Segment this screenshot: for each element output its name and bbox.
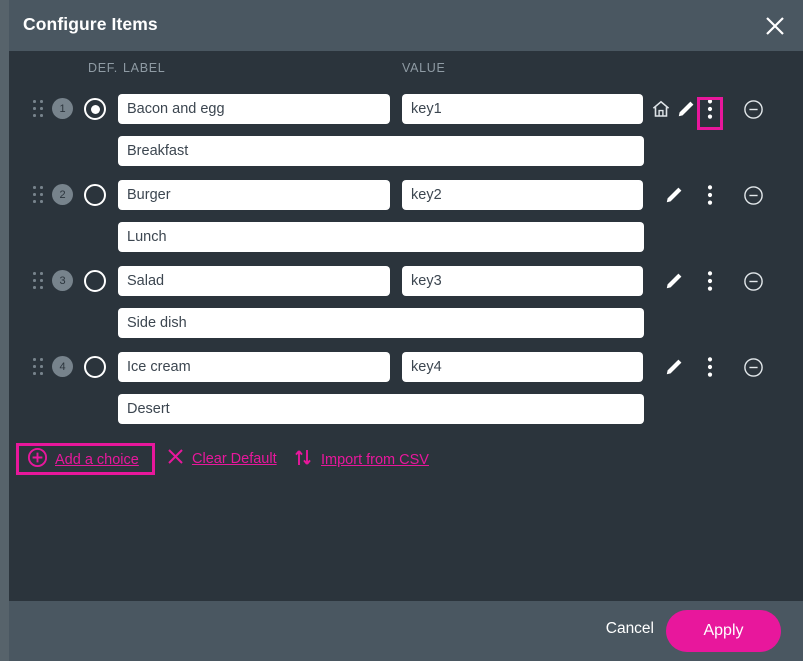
value-input[interactable] <box>402 352 643 382</box>
row-number-badge: 4 <box>52 356 73 377</box>
add-a-choice-button[interactable]: Add a choice <box>27 447 139 472</box>
background-app-strip <box>0 0 9 661</box>
home-icon[interactable] <box>650 98 672 120</box>
label-input[interactable] <box>118 266 390 296</box>
action-links: Add a choice Clear Default Import from C… <box>0 442 803 476</box>
value-input[interactable] <box>402 180 643 210</box>
row-number-badge: 1 <box>52 98 73 119</box>
column-header-label: LABEL <box>123 61 165 75</box>
close-x-icon <box>166 447 185 470</box>
minus-circle-icon[interactable] <box>742 184 764 206</box>
minus-circle-icon[interactable] <box>742 270 764 292</box>
dialog-titlebar: Configure Items <box>9 0 803 51</box>
more-vertical-icon[interactable] <box>700 355 720 379</box>
dialog-title: Configure Items <box>23 14 158 35</box>
row-number-badge: 3 <box>52 270 73 291</box>
pencil-icon[interactable] <box>675 98 697 120</box>
drag-handle-icon[interactable] <box>33 358 47 376</box>
pencil-icon[interactable] <box>663 356 685 378</box>
drag-handle-icon[interactable] <box>33 100 47 118</box>
pencil-icon[interactable] <box>663 184 685 206</box>
menu-highlight <box>697 97 723 130</box>
label-input[interactable] <box>118 352 390 382</box>
more-vertical-icon[interactable] <box>700 183 720 207</box>
clear-default-label: Clear Default <box>192 451 277 467</box>
default-radio[interactable] <box>84 184 106 206</box>
value-input[interactable] <box>402 266 643 296</box>
drag-handle-icon[interactable] <box>33 272 47 290</box>
cancel-button[interactable]: Cancel <box>600 619 660 639</box>
default-radio[interactable] <box>84 98 106 120</box>
import-from-csv-label: Import from CSV <box>321 452 429 468</box>
close-icon[interactable] <box>757 8 793 44</box>
row-number-badge: 2 <box>52 184 73 205</box>
column-header-value: VALUE <box>402 61 446 75</box>
label-input[interactable] <box>118 94 390 124</box>
clear-default-button[interactable]: Clear Default <box>166 447 277 470</box>
drag-handle-icon[interactable] <box>33 186 47 204</box>
apply-button[interactable]: Apply <box>666 610 781 652</box>
description-input[interactable] <box>118 222 644 252</box>
minus-circle-icon[interactable] <box>742 356 764 378</box>
minus-circle-icon[interactable] <box>742 98 764 120</box>
dialog-footer: Cancel Apply <box>9 601 803 661</box>
pencil-icon[interactable] <box>663 270 685 292</box>
default-radio[interactable] <box>84 270 106 292</box>
label-input[interactable] <box>118 180 390 210</box>
import-from-csv-button[interactable]: Import from CSV <box>292 447 429 472</box>
add-a-choice-label: Add a choice <box>55 452 139 468</box>
default-radio[interactable] <box>84 356 106 378</box>
column-header-default: DEF. <box>88 61 118 75</box>
sort-arrows-icon <box>292 447 314 472</box>
description-input[interactable] <box>118 394 644 424</box>
plus-circle-icon <box>27 447 48 472</box>
configure-items-dialog: Configure Items DEF. LABEL VALUE 1 2 3 4 Ad… <box>0 0 803 661</box>
more-vertical-icon[interactable] <box>700 269 720 293</box>
description-input[interactable] <box>118 136 644 166</box>
description-input[interactable] <box>118 308 644 338</box>
value-input[interactable] <box>402 94 643 124</box>
